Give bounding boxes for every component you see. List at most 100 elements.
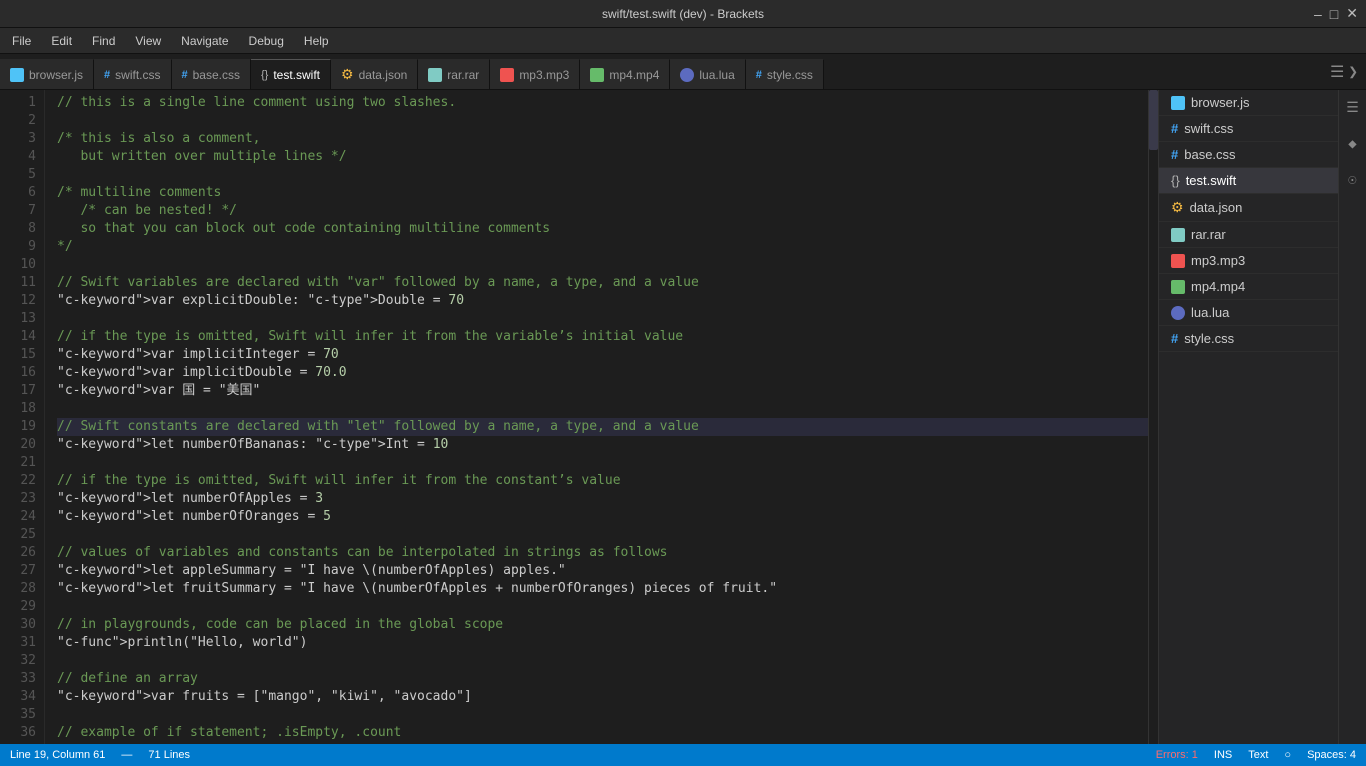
sidebar-file-mp3[interactable]: mp3.mp3 [1159,248,1338,274]
line-number-4: 4 [8,148,36,166]
code-line-9[interactable]: */ [57,238,1148,256]
minimap-thumb[interactable] [1149,90,1158,150]
menu-help[interactable]: Help [300,32,333,50]
sidebar-file-base-css[interactable]: # base.css [1159,142,1338,168]
mp4-icon [590,68,604,82]
sidebar-file-mp4[interactable]: mp4.mp4 [1159,274,1338,300]
tab-rar-rar[interactable]: rar.rar [418,59,490,89]
code-line-6[interactable]: /* multiline comments [57,184,1148,202]
panel-icon-3[interactable]: ☉ [1343,170,1363,190]
code-line-34[interactable]: "c-keyword">var fruits = ["mango", "kiwi… [57,688,1148,706]
status-spaces: Spaces: 4 [1307,749,1356,761]
code-line-25[interactable] [57,526,1148,544]
test-swift-icon: {} [261,69,268,81]
status-separator: — [121,749,132,761]
code-line-3[interactable]: /* this is also a comment, [57,130,1148,148]
status-errors[interactable]: Errors: 1 [1156,749,1198,761]
sidebar-file-style-css[interactable]: # style.css [1159,326,1338,352]
code-line-15[interactable]: "c-keyword">var implicitInteger = 70 [57,346,1148,364]
tab-mp4-mp4[interactable]: mp4.mp4 [580,59,670,89]
line-number-11: 11 [8,274,36,292]
code-line-23[interactable]: "c-keyword">let numberOfApples = 3 [57,490,1148,508]
line-number-16: 16 [8,364,36,382]
minimize-button[interactable]: ‒ [1314,6,1322,22]
code-line-30[interactable]: // in playgrounds, code can be placed in… [57,616,1148,634]
tab-swift-css[interactable]: # swift.css [94,59,171,89]
sidebar-file-browser-js[interactable]: browser.js [1159,90,1338,116]
sidebar-file-swift-css[interactable]: # swift.css [1159,116,1338,142]
code-line-14[interactable]: // if the type is omitted, Swift will in… [57,328,1148,346]
tab-data-json-label: data.json [359,68,408,82]
line-number-21: 21 [8,454,36,472]
code-line-18[interactable] [57,400,1148,418]
line-number-23: 23 [8,490,36,508]
code-line-32[interactable] [57,652,1148,670]
sidebar-style-css-icon: # [1171,331,1178,346]
minimap-scrollbar[interactable] [1148,90,1158,744]
code-line-26[interactable]: // values of variables and constants can… [57,544,1148,562]
code-line-13[interactable] [57,310,1148,328]
panel-icon-1[interactable]: ☰ [1343,98,1363,118]
code-line-27[interactable]: "c-keyword">let appleSummary = "I have \… [57,562,1148,580]
code-line-19[interactable]: // Swift constants are declared with "le… [57,418,1148,436]
tab-style-css[interactable]: # style.css [746,59,824,89]
code-line-2[interactable] [57,112,1148,130]
tab-browser-js[interactable]: browser.js [0,59,94,89]
window-controls[interactable]: ‒ □ ✕ [1314,5,1358,22]
sidebar-mp4-icon [1171,280,1185,294]
code-line-4[interactable]: but written over multiple lines */ [57,148,1148,166]
code-line-28[interactable]: "c-keyword">let fruitSummary = "I have \… [57,580,1148,598]
line-number-27: 27 [8,562,36,580]
code-line-37[interactable]: "c-keyword">if fruits.isEmpty { [57,742,1148,744]
code-line-17[interactable]: "c-keyword">var 国 = "美国" [57,382,1148,400]
menu-navigate[interactable]: Navigate [177,32,232,50]
code-line-29[interactable] [57,598,1148,616]
code-line-12[interactable]: "c-keyword">var explicitDouble: "c-type"… [57,292,1148,310]
lua-icon [680,68,694,82]
menu-view[interactable]: View [131,32,165,50]
code-line-5[interactable] [57,166,1148,184]
sidebar-test-swift-label: test.swift [1186,173,1237,188]
code-line-10[interactable] [57,256,1148,274]
tab-more[interactable]: ☰ ❯ [1322,54,1366,89]
menu-edit[interactable]: Edit [47,32,76,50]
code-line-22[interactable]: // if the type is omitted, Swift will in… [57,472,1148,490]
code-line-11[interactable]: // Swift variables are declared with "va… [57,274,1148,292]
tab-base-css[interactable]: # base.css [172,59,251,89]
menu-debug[interactable]: Debug [245,32,288,50]
sidebar-rar-icon [1171,228,1185,242]
sidebar-file-test-swift[interactable]: {} test.swift [1159,168,1338,194]
code-line-33[interactable]: // define an array [57,670,1148,688]
code-line-1[interactable]: // this is a single line comment using t… [57,94,1148,112]
line-number-6: 6 [8,184,36,202]
code-line-24[interactable]: "c-keyword">let numberOfOranges = 5 [57,508,1148,526]
tab-lua-lua[interactable]: lua.lua [670,59,745,89]
menu-file[interactable]: File [8,32,35,50]
close-button[interactable]: ✕ [1346,5,1358,22]
sidebar-mp3-icon [1171,254,1185,268]
code-line-31[interactable]: "c-func">println("Hello, world") [57,634,1148,652]
code-line-16[interactable]: "c-keyword">var implicitDouble = 70.0 [57,364,1148,382]
editor[interactable]: 1234567891011121314151617181920212223242… [0,90,1148,744]
maximize-button[interactable]: □ [1330,6,1338,22]
mp3-icon [500,68,514,82]
code-area[interactable]: // this is a single line comment using t… [45,90,1148,744]
status-mode[interactable]: Text [1248,749,1268,761]
status-bar: Line 19, Column 61 — 71 Lines Errors: 1 … [0,744,1366,766]
tab-test-swift[interactable]: {} test.swift [251,59,331,89]
code-line-21[interactable] [57,454,1148,472]
code-line-8[interactable]: so that you can block out code containin… [57,220,1148,238]
code-line-7[interactable]: /* can be nested! */ [57,202,1148,220]
tab-data-json[interactable]: ⚙ data.json [331,59,418,89]
tab-base-css-label: base.css [193,68,240,82]
sidebar-file-rar[interactable]: rar.rar [1159,222,1338,248]
code-line-36[interactable]: // example of if statement; .isEmpty, .c… [57,724,1148,742]
panel-icon-2[interactable]: ◆ [1343,134,1363,154]
code-line-20[interactable]: "c-keyword">let numberOfBananas: "c-type… [57,436,1148,454]
sidebar-base-css-icon: # [1171,147,1178,162]
menu-find[interactable]: Find [88,32,119,50]
sidebar-file-data-json[interactable]: ⚙ data.json [1159,194,1338,222]
tab-mp3-mp3[interactable]: mp3.mp3 [490,59,580,89]
sidebar-file-lua[interactable]: lua.lua [1159,300,1338,326]
code-line-35[interactable] [57,706,1148,724]
